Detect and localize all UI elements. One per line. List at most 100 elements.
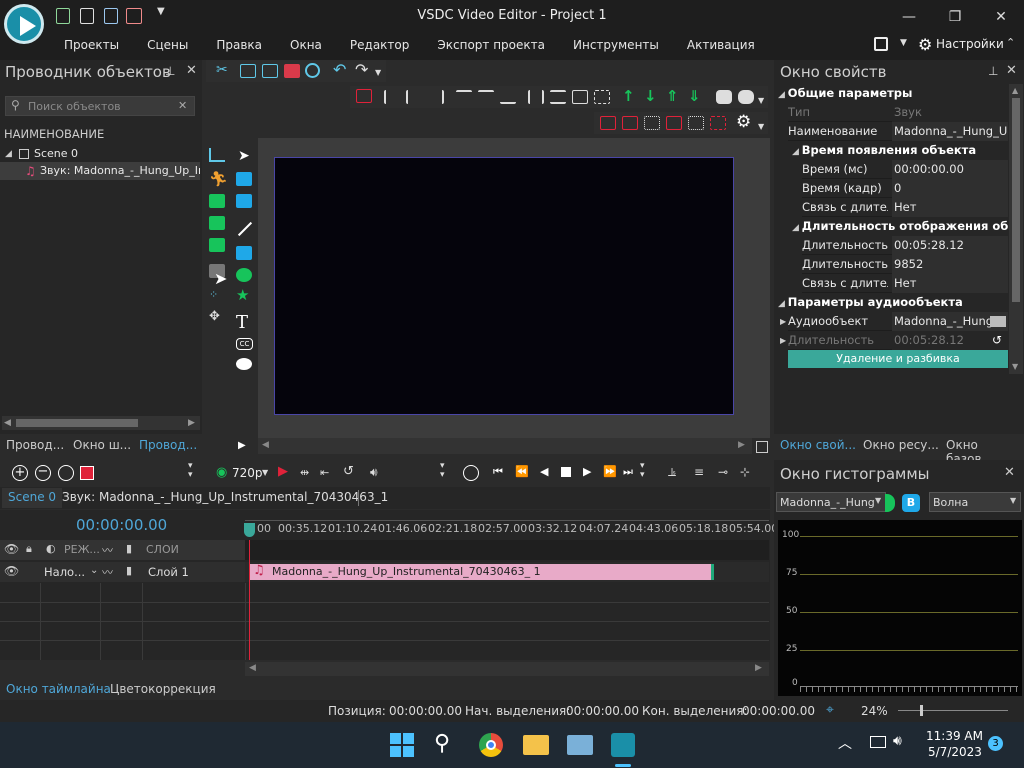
audio-clip[interactable]: ♫ Madonna_-_Hung_Up_Instrumental_7043046…: [250, 563, 714, 580]
network-icon[interactable]: [870, 736, 886, 748]
clock-icon[interactable]: [463, 465, 479, 481]
audio-wave-icon[interactable]: [58, 465, 74, 481]
explorer-hscrollbar[interactable]: ◀ ▶: [2, 416, 200, 430]
scroll-thumb[interactable]: [1012, 98, 1020, 302]
add-subtitles-icon[interactable]: CC: [236, 338, 253, 350]
group-icon[interactable]: [716, 90, 732, 104]
tab-window[interactable]: Окно ш...: [73, 438, 131, 452]
layout-icon[interactable]: [874, 37, 888, 51]
paste-icon[interactable]: [262, 64, 278, 78]
zoom-fit-icon[interactable]: ⌖: [826, 702, 834, 718]
reset-icon[interactable]: ↺: [992, 331, 1002, 350]
select-all-icon[interactable]: [305, 63, 320, 78]
align-top-icon[interactable]: [456, 90, 472, 104]
menu-activation[interactable]: Активация: [673, 34, 769, 56]
grid-red-icon[interactable]: [666, 116, 682, 130]
fit-to-screen-icon[interactable]: [356, 89, 372, 103]
delete-and-split-button[interactable]: Удаление и разбивка: [788, 350, 1008, 368]
scroll-thumb[interactable]: [16, 419, 138, 427]
play-icon[interactable]: ▶: [583, 465, 591, 478]
tab-scene-0[interactable]: Scene 0: [2, 488, 63, 508]
guides-red-icon[interactable]: [710, 116, 726, 130]
resolution-dropdown-icon[interactable]: ▼: [262, 468, 268, 477]
prop-row-name[interactable]: Наименование Madonna_-_Hung_Up: [788, 122, 1008, 141]
resolution-select[interactable]: 720p: [232, 466, 263, 480]
canvas-corner-icon[interactable]: [756, 441, 768, 453]
folder-icon[interactable]: [990, 316, 1006, 327]
canvas-hscrollbar[interactable]: ◀ ▶: [258, 438, 752, 454]
distribute-v-icon[interactable]: [550, 90, 566, 104]
menu-editor[interactable]: Редактор: [336, 34, 423, 56]
collapse-ribbon-icon[interactable]: ⌃: [1006, 36, 1015, 49]
add-particle-icon[interactable]: ⁘: [209, 288, 218, 301]
redo-dropdown-icon[interactable]: ▼: [375, 68, 381, 77]
time-ruler[interactable]: 00 00:35.12 01:10.24 01:46.06 02:21.18 0…: [245, 510, 778, 540]
tab-explorer-1[interactable]: Провод...: [6, 438, 64, 452]
cut-icon[interactable]: ✂: [216, 62, 228, 78]
snap-grid-icon[interactable]: [622, 116, 638, 130]
step-back-icon[interactable]: ◀: [540, 465, 548, 478]
add-text-icon[interactable]: T: [236, 312, 248, 333]
menu-windows[interactable]: Окна: [276, 34, 336, 56]
align-bottom-icon[interactable]: [500, 90, 516, 104]
file-explorer-icon[interactable]: [523, 735, 549, 755]
delete-icon[interactable]: [284, 64, 300, 78]
ungroup-icon[interactable]: [738, 90, 754, 104]
snap-timeline-icon[interactable]: ⊹: [740, 465, 750, 479]
snap-icon[interactable]: [600, 116, 616, 130]
menu-scenes[interactable]: Сцены: [133, 34, 202, 56]
canvas-settings-dropdown-icon[interactable]: ▼: [758, 122, 764, 131]
align-middle-icon[interactable]: [478, 90, 494, 104]
distribute-h-icon[interactable]: [528, 90, 544, 104]
expand-icon[interactable]: ◢: [5, 145, 12, 163]
play-preview-icon[interactable]: ▶: [278, 464, 288, 479]
eye-icon[interactable]: 👁︎: [4, 564, 19, 578]
tools-more-icon[interactable]: ▶: [238, 440, 246, 451]
collapse-icon[interactable]: ◢: [778, 90, 788, 100]
prop-section-general[interactable]: ◢ Общие параметры: [778, 84, 1008, 102]
windows-start-icon[interactable]: [390, 733, 414, 757]
undo-icon[interactable]: ↶: [333, 60, 346, 79]
record-icon[interactable]: [80, 466, 94, 480]
search-field[interactable]: ⚲ Поиск объектов ✕: [5, 96, 195, 116]
mute-icon[interactable]: ▮: [126, 564, 132, 577]
align-right-icon[interactable]: [428, 90, 444, 104]
align-dropdown-icon[interactable]: ▼: [758, 96, 764, 105]
collapse-icon[interactable]: ◢: [778, 299, 788, 309]
split-icon[interactable]: ⇤: [320, 466, 329, 479]
collapse-icon[interactable]: ◢: [792, 147, 802, 157]
close-properties-icon[interactable]: ✕: [1006, 63, 1017, 78]
add-animation-icon[interactable]: 🏃︎: [209, 170, 228, 188]
align-clips-icon[interactable]: ⫡: [668, 465, 676, 480]
align-center-icon[interactable]: [406, 90, 422, 104]
fast-forward-icon[interactable]: ⏩: [603, 465, 617, 478]
stop-icon[interactable]: [561, 467, 571, 477]
track-settings-icon[interactable]: ≡: [694, 465, 704, 479]
prop-row-time-ms[interactable]: Время (мс) 00:00:00.00: [802, 160, 1008, 179]
prop-row-link-2[interactable]: Связь с длител Нет: [802, 274, 1008, 293]
remove-layer-icon[interactable]: −: [35, 465, 51, 481]
expand-icon[interactable]: ▶: [780, 312, 786, 331]
gear-icon[interactable]: ⚙: [918, 35, 932, 54]
same-width-icon[interactable]: [572, 90, 588, 104]
chrome-icon[interactable]: [479, 733, 503, 757]
lock-icon[interactable]: 🔒︎: [26, 542, 32, 556]
timeline-hscrollbar[interactable]: ◀ ▶: [245, 662, 769, 676]
layer-name[interactable]: Слой 1: [148, 565, 189, 579]
close-button[interactable]: ✕: [978, 4, 1024, 30]
tab-explorer-2[interactable]: Провод...: [139, 438, 197, 452]
add-layer-icon[interactable]: +: [12, 465, 28, 481]
tree-item-scene[interactable]: ◢ Scene 0: [0, 145, 200, 163]
go-to-end-icon[interactable]: ⏭: [623, 465, 633, 479]
grid-icon[interactable]: [644, 116, 660, 130]
guides-icon[interactable]: [688, 116, 704, 130]
move-tool-icon[interactable]: ✥: [209, 309, 220, 324]
prop-row-time-frame[interactable]: Время (кадр) 0: [802, 179, 1008, 198]
prop-row-duration-frames[interactable]: Длительность (9852: [802, 255, 1008, 274]
histogram-source-select[interactable]: Madonna_-_Hung ▼: [776, 492, 886, 512]
move-bottom-icon[interactable]: ⇓: [688, 87, 701, 105]
mute-icon[interactable]: ▮: [126, 542, 132, 555]
chevron-down-icon[interactable]: ⌄: [90, 565, 98, 576]
menu-projects[interactable]: Проекты: [50, 34, 133, 56]
move-down-icon[interactable]: ↓: [644, 87, 657, 105]
